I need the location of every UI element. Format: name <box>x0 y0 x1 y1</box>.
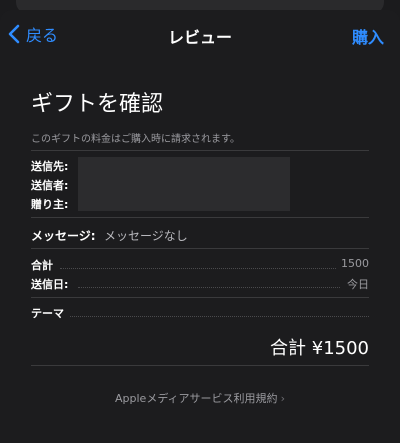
confirm-gift-heading: ギフトを確認 <box>31 92 164 117</box>
leader-dots <box>60 268 336 269</box>
send-date-value: 今日 <box>347 278 369 291</box>
theme-label: テーマ <box>31 307 64 320</box>
send-date-label: 送信日: <box>31 278 69 291</box>
redacted-recipient-info <box>78 157 290 211</box>
message-value: メッセージなし <box>104 229 188 243</box>
subtotal-value: 1500 <box>341 257 369 270</box>
leader-dots <box>70 316 369 317</box>
leader-dots <box>78 287 340 288</box>
recipient-label: 送信先: <box>31 160 69 173</box>
sender-label: 送信者: <box>31 179 69 192</box>
message-label: メッセージ: <box>31 229 96 243</box>
subtotal-label: 合計 <box>31 259 53 272</box>
billing-notice: このギフトの料金はご購入時に請求されます。 <box>31 134 240 145</box>
divider <box>31 297 369 298</box>
terms-label: Appleメディアサービス利用規約 <box>115 392 278 405</box>
terms-link[interactable]: Appleメディアサービス利用規約 › <box>0 390 400 406</box>
navigation-bar: 戻る レビュー 購入 <box>0 18 400 54</box>
order-total: 合計 ¥1500 <box>270 338 369 359</box>
divider <box>31 150 369 151</box>
divider <box>31 365 369 366</box>
buy-button[interactable]: 購入 <box>352 24 384 48</box>
divider <box>31 217 369 218</box>
divider <box>31 248 369 249</box>
page-title: レビュー <box>167 28 232 47</box>
chevron-right-icon: › <box>280 392 285 405</box>
giver-label: 贈り主: <box>31 198 69 211</box>
